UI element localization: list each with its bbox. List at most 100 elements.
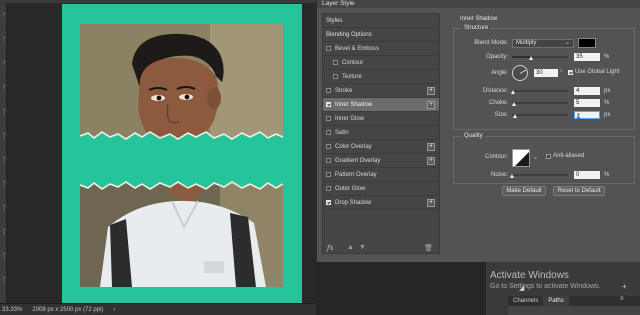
choke-slider-thumb[interactable]	[512, 102, 516, 106]
size-slider[interactable]	[512, 114, 568, 116]
add-gradient-overlay-icon[interactable]: +	[427, 157, 435, 165]
choke-input[interactable]: 5	[574, 99, 600, 107]
add-stroke-icon[interactable]: +	[427, 87, 435, 95]
document-canvas[interactable]	[62, 4, 302, 303]
style-item-pattern-overlay[interactable]: Pattern Overlay	[323, 168, 439, 182]
add-drop-shadow-icon[interactable]: +	[427, 199, 435, 207]
style-item-outer-glow[interactable]: Outer Glow	[323, 182, 439, 196]
choke-slider[interactable]	[512, 102, 568, 104]
contour-chevron-icon[interactable]: ⌄	[533, 154, 538, 161]
angle-dial[interactable]	[512, 65, 528, 81]
tab-channels[interactable]: Channels	[508, 296, 543, 306]
ruler-number: 18	[2, 207, 5, 211]
choke-unit: %	[604, 100, 610, 106]
anti-aliased-checkbox[interactable]	[546, 153, 551, 159]
distance-input[interactable]: 4	[574, 87, 600, 95]
left-ruler: 2 4 6 8 10 12 14 16 18 20 22 24	[0, 3, 7, 303]
style-item-blending-options[interactable]: Blending Options	[323, 28, 439, 42]
angle-row: Angle: 30 ° Use Global Light	[454, 65, 636, 81]
distance-unit: px	[604, 88, 611, 94]
make-default-button[interactable]: Make Default	[502, 186, 546, 196]
portrait-lower-image	[80, 179, 283, 287]
global-light-label: Use Global Light	[575, 69, 620, 75]
ruler-tick	[3, 85, 6, 86]
status-menu-arrow-icon[interactable]: ›	[113, 307, 115, 313]
style-item-color-overlay[interactable]: Color Overlay +	[323, 140, 439, 154]
satin-checkbox[interactable]	[326, 130, 331, 135]
color-overlay-checkbox[interactable]	[326, 144, 331, 149]
style-item-label: Inner Glow	[335, 115, 365, 122]
distance-slider-thumb[interactable]	[511, 90, 515, 94]
dialog-title[interactable]: Layer Style	[317, 0, 640, 8]
size-slider-thumb[interactable]	[513, 114, 517, 118]
inner-shadow-checkbox[interactable]	[326, 102, 331, 107]
style-item-inner-shadow[interactable]: Inner Shadow +	[323, 98, 439, 112]
zoom-level[interactable]: 33.33%	[2, 307, 22, 313]
global-light-checkbox[interactable]	[568, 69, 573, 75]
style-item-label: Bevel & Emboss	[335, 45, 380, 52]
style-item-inner-glow[interactable]: Inner Glow	[323, 112, 439, 126]
angle-label: Angle:	[490, 70, 508, 76]
style-item-label: Stroke	[335, 87, 353, 94]
noise-input[interactable]: 0	[574, 171, 600, 179]
stroke-checkbox[interactable]	[326, 88, 331, 93]
status-bar: 33.33% 2008 px x 2500 px (72 ppi) ›	[0, 303, 316, 315]
inner-glow-checkbox[interactable]	[326, 116, 331, 121]
panel-arrow-icon: ◢	[519, 285, 525, 292]
tab-paths[interactable]: Paths	[543, 296, 569, 306]
bevel-emboss-checkbox[interactable]	[326, 46, 331, 51]
drop-shadow-checkbox[interactable]	[326, 200, 331, 205]
trash-icon[interactable]: 🗑	[424, 244, 433, 252]
angle-input[interactable]: 30	[534, 69, 558, 77]
noise-label: Noise:	[490, 172, 508, 178]
opacity-slider[interactable]	[512, 56, 568, 58]
pattern-overlay-checkbox[interactable]	[326, 172, 331, 177]
size-row: Size: 9 px	[454, 111, 636, 120]
ruler-tick	[3, 229, 6, 230]
move-up-icon[interactable]: ▲	[347, 244, 354, 251]
style-item-texture[interactable]: Texture	[323, 70, 439, 84]
fx-icon[interactable]: fx	[327, 244, 334, 252]
style-item-satin[interactable]: Satin	[323, 126, 439, 140]
ruler-tick	[3, 109, 6, 110]
contour-checkbox[interactable]	[333, 60, 338, 65]
reset-to-default-button[interactable]: Reset to Default	[553, 186, 605, 196]
style-list-footer: fx ▲ ▼ 🗑	[323, 242, 439, 254]
panel-menu-icon[interactable]: ≡	[620, 296, 624, 302]
canvas-workspace[interactable]: 2 4 6 8 10 12 14 16 18 20 22 24	[0, 0, 316, 303]
blend-mode-select[interactable]: Multiply ⌄	[512, 39, 574, 48]
size-input[interactable]: 9	[574, 111, 600, 119]
ruler-number: 20	[2, 231, 5, 235]
add-icon[interactable]: +	[622, 282, 627, 291]
style-item-styles[interactable]: Styles	[323, 14, 439, 28]
noise-slider-thumb[interactable]	[510, 174, 514, 178]
texture-checkbox[interactable]	[333, 74, 338, 79]
style-item-bevel-emboss[interactable]: Bevel & Emboss	[323, 42, 439, 56]
style-item-label: Inner Shadow	[335, 101, 373, 108]
add-inner-shadow-icon[interactable]: +	[427, 101, 435, 109]
add-color-overlay-icon[interactable]: +	[427, 143, 435, 151]
dialog-body: Styles Blending Options Bevel & Emboss Cont…	[317, 8, 640, 262]
contour-preview[interactable]	[512, 149, 530, 167]
outer-glow-checkbox[interactable]	[326, 186, 331, 191]
size-value: 9	[577, 113, 581, 119]
document-info[interactable]: 2008 px x 2500 px (72 ppi)	[32, 307, 103, 313]
style-item-contour[interactable]: Contour	[323, 56, 439, 70]
anti-aliased-option[interactable]: Anti-aliased	[546, 153, 584, 159]
blend-mode-label: Blend Mode:	[474, 40, 508, 46]
torn-edge-bottom	[80, 179, 283, 190]
noise-slider[interactable]	[512, 174, 568, 176]
style-item-gradient-overlay[interactable]: Gradient Overlay +	[323, 154, 439, 168]
ruler-tick	[3, 253, 6, 254]
move-down-icon[interactable]: ▼	[359, 244, 366, 251]
style-item-drop-shadow[interactable]: Drop Shadow +	[323, 196, 439, 210]
activate-windows-watermark: Activate Windows	[490, 270, 569, 281]
opacity-slider-thumb[interactable]	[529, 56, 534, 60]
ruler-tick	[3, 157, 6, 158]
shadow-color-swatch[interactable]	[578, 38, 596, 48]
gradient-overlay-checkbox[interactable]	[326, 158, 331, 163]
opacity-input[interactable]: 35	[574, 53, 600, 61]
distance-slider[interactable]	[512, 90, 568, 92]
style-item-stroke[interactable]: Stroke +	[323, 84, 439, 98]
global-light-option[interactable]: Use Global Light	[568, 69, 619, 75]
